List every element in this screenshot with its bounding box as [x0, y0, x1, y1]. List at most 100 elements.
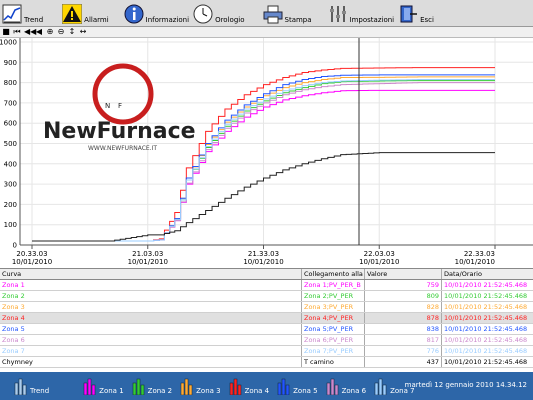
info-icon	[124, 4, 144, 23]
y-tick-label: 200	[4, 201, 17, 209]
taskbar-label: Trend	[30, 387, 50, 395]
cell-value: 759	[365, 280, 442, 290]
logo-url: WWW.NEWFURNACE.IT	[88, 145, 157, 152]
cell-date: 10/01/2010 21:52:45.468	[444, 314, 528, 322]
taskbar-label: Zona 2	[147, 387, 173, 395]
cell-date: 10/01/2010 21:52:45.468	[444, 336, 528, 344]
cell-link: Zona 5;PV_PER	[302, 324, 365, 334]
cell-date: 10/01/2010 21:52:45.468	[444, 281, 528, 289]
y-tick-label: 800	[4, 79, 17, 87]
x-tick-time: 22.33.03	[464, 250, 495, 258]
cell-curve: Zona 5	[0, 324, 302, 334]
menu-exit-button[interactable]: Esci	[396, 0, 436, 27]
taskbar-zona-1-button[interactable]: Zona 1	[81, 372, 125, 400]
bar-chart-icon	[326, 378, 338, 395]
clock-icon	[193, 4, 213, 23]
taskbar-zona-5-button[interactable]: Zona 5	[275, 372, 319, 400]
menu-info-label: Informazioni	[145, 15, 190, 24]
bar-chart-icon	[374, 378, 387, 395]
taskbar-zona-2-button[interactable]: Zona 2	[130, 372, 174, 400]
cell-link: Zona 4;PV_PER	[302, 313, 365, 323]
bar-chart-icon	[14, 378, 27, 395]
bar-chart-icon	[132, 378, 144, 395]
zoom-in-icon[interactable]: ⊕	[46, 27, 54, 37]
stop-icon[interactable]: ■	[2, 27, 10, 37]
taskbar-label: Zona 6	[341, 387, 367, 395]
rewind-icon[interactable]: ◀◀	[24, 27, 36, 37]
trend-chart[interactable]: 0 100 200 300 400 500 600 700 800 900 1000 20.33.0…	[0, 38, 533, 266]
header-value[interactable]: Valore	[365, 269, 442, 279]
alarm-icon	[62, 3, 83, 24]
svg-text:F: F	[118, 102, 122, 110]
cell-date: 10/01/2010 21:52:45.468	[444, 292, 528, 300]
x-axis: 20.33.0310/01/201021.03.0310/01/201021.3…	[12, 244, 533, 266]
x-tick-date: 10/01/2010	[455, 258, 495, 266]
bottom-taskbar: Trend Zona 1 Zona 2 Zona 3 Zona 4 Zona 5 Zona …	[0, 372, 533, 400]
curves-table: Curva Collegamento alla va Valore Data/O…	[0, 268, 533, 372]
header-curve[interactable]: Curva	[0, 269, 302, 279]
table-row[interactable]: Zona 2 Zona 2;PV_PER 809 10/01/2010 21:52:4…	[0, 291, 533, 302]
table-row[interactable]: Zona 4 Zona 4;PV_PER 878 10/01/2010 21:52:4…	[0, 313, 533, 324]
x-tick-date: 10/01/2010	[12, 258, 52, 266]
table-row[interactable]: Chymney T camino 437 10/01/2010 21:52:45.46…	[0, 357, 533, 368]
newfurnace-logo: N F NewFurnace WWW.NEWFURNACE.IT	[43, 63, 196, 152]
cell-curve: Zona 1	[0, 280, 302, 290]
taskbar-label: Zona 1	[99, 387, 124, 395]
first-icon[interactable]: ⏮	[13, 27, 21, 37]
menu-exit-label: Esci	[420, 15, 434, 24]
cell-curve: Zona 3	[0, 302, 302, 312]
taskbar-zona-6-button[interactable]: Zona 6	[324, 372, 368, 400]
cell-link: T camino	[302, 357, 365, 367]
menu-clock-label: Orologio	[215, 15, 245, 24]
bar-chart-icon	[180, 378, 193, 395]
trend-icon	[2, 4, 22, 23]
top-menubar: Trend Allarmi Informazioni Orologio Stam…	[0, 0, 533, 27]
cell-value: 838	[365, 324, 442, 334]
menu-trend-button[interactable]: Trend	[0, 0, 45, 27]
cell-value: 817	[365, 335, 442, 345]
trend-toolbar: ■ ⏮ ◀◀ ◀ ⊕ ⊖ ↕ ↔	[0, 27, 533, 38]
bar-chart-icon	[229, 378, 241, 395]
y-tick-label: 900	[4, 59, 17, 67]
y-tick-label: 100	[4, 221, 17, 229]
table-row[interactable]: Zona 6 Zona 6;PV_PER 817 10/01/2010 21:52:4…	[0, 335, 533, 346]
table-row[interactable]: Zona 5 Zona 5;PV_PER 838 10/01/2010 21:52:4…	[0, 324, 533, 335]
menu-print-label: Stampa	[284, 15, 312, 24]
menu-print-button[interactable]: Stampa	[261, 0, 314, 27]
header-link[interactable]: Collegamento alla va	[302, 269, 365, 279]
table-header: Curva Collegamento alla va Valore Data/O…	[0, 269, 533, 280]
x-tick-time: 21.03.03	[132, 250, 163, 258]
table-row[interactable]: Zona 1 Zona 1;PV_PER_B 759 10/01/2010 21:52…	[0, 280, 533, 291]
taskbar-label: Zona 4	[244, 387, 270, 395]
cell-link: Zona 3;PV_PER	[302, 302, 365, 312]
menu-alarms-button[interactable]: Allarmi	[60, 0, 111, 27]
taskbar-zona-3-button[interactable]: Zona 3	[178, 372, 222, 400]
bar-chart-icon	[83, 378, 96, 395]
menu-clock-button[interactable]: Orologio	[191, 0, 246, 27]
table-row[interactable]: Zona 3 Zona 3;PV_PER 828 10/01/2010 21:52:4…	[0, 302, 533, 313]
cell-value: 828	[365, 302, 442, 312]
exit-icon	[400, 5, 418, 22]
taskbar-trend-button[interactable]: Trend	[12, 372, 51, 400]
y-tick-label: 600	[4, 120, 17, 128]
settings-icon	[329, 5, 346, 22]
cell-date: 10/01/2010 21:52:45.468	[444, 303, 528, 311]
header-date[interactable]: Data/Orario	[442, 269, 533, 279]
cell-value: 878	[365, 313, 442, 323]
taskbar-zona-4-button[interactable]: Zona 4	[227, 372, 271, 400]
cell-link: Zona 6;PV_PER	[302, 335, 365, 345]
menu-alarms-label: Allarmi	[84, 15, 109, 24]
y-tick-label: 400	[4, 160, 17, 168]
fit-vertical-icon[interactable]: ↕	[68, 27, 76, 37]
cell-date: 10/01/2010 21:52:45.468	[444, 347, 528, 355]
fit-horizontal-icon[interactable]: ↔	[79, 27, 87, 37]
menu-info-button[interactable]: Informazioni	[122, 0, 191, 27]
table-row[interactable]: Zona 7 Zona 7;PV_PER 776 10/01/2010 21:52:4…	[0, 346, 533, 357]
y-tick-label: 1000	[0, 39, 17, 47]
menu-settings-button[interactable]: Impostazioni	[326, 0, 397, 27]
cell-date: 10/01/2010 21:52:45.468	[444, 325, 528, 333]
x-tick-date: 10/01/2010	[128, 258, 168, 266]
zoom-out-icon[interactable]: ⊖	[57, 27, 65, 37]
prev-icon[interactable]: ◀	[35, 27, 43, 37]
taskbar-label: Zona 5	[293, 387, 318, 395]
